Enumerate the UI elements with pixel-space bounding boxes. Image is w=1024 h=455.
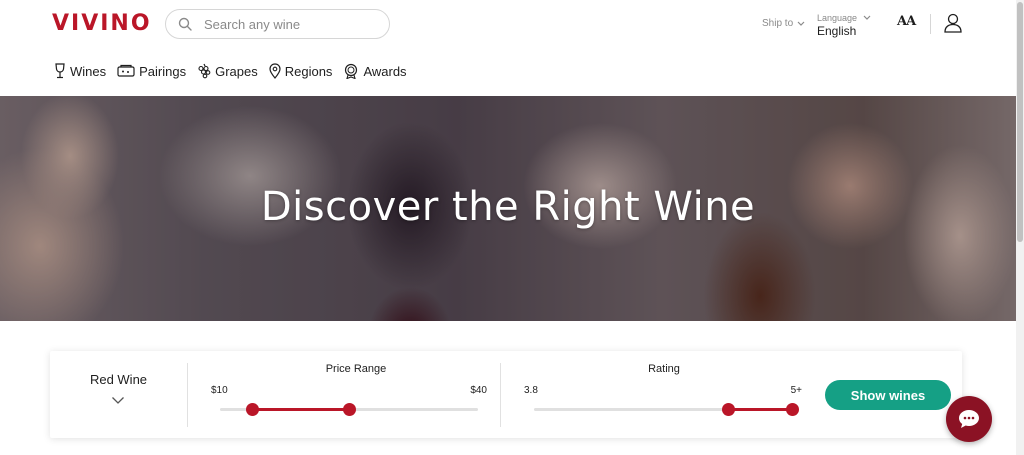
nav-item-regions[interactable]: Regions [269, 63, 333, 79]
page: VIVINO Ship to Language English AA [0, 0, 1024, 455]
wine-glass-icon [55, 63, 65, 79]
wine-type-label: Red Wine [89, 372, 148, 387]
hero-title: Discover the Right Wine [260, 184, 756, 230]
chevron-down-icon [797, 21, 805, 26]
nav-item-pairings[interactable]: Pairings [117, 63, 186, 79]
search-input[interactable] [204, 16, 374, 32]
language-selector[interactable]: Language English [817, 13, 871, 38]
header: VIVINO Ship to Language English AA [0, 0, 1024, 96]
nav-label: Grapes [215, 63, 258, 79]
wine-filter-bar: Red Wine Price Range $10 $40 Rating 3.8 … [50, 351, 962, 438]
rating-slider-track[interactable] [534, 403, 799, 416]
show-wines-button[interactable]: Show wines [825, 380, 951, 410]
search-box[interactable] [165, 9, 390, 39]
rating-filter: Rating 3.8 5+ [524, 351, 804, 438]
price-max-handle[interactable] [343, 403, 356, 416]
nav-item-wines[interactable]: Wines [54, 63, 106, 79]
price-slider-fill [252, 408, 349, 411]
price-slider-track[interactable] [220, 403, 478, 416]
ship-to-selector[interactable]: Ship to [762, 18, 805, 29]
price-min-handle[interactable] [246, 403, 260, 416]
rating-slider-fill [727, 408, 792, 411]
user-icon [944, 13, 962, 33]
chat-bubble-icon [959, 410, 979, 428]
price-range-title: Price Range [325, 363, 387, 375]
nav-label: Wines [70, 63, 107, 79]
user-account-button[interactable] [944, 13, 962, 38]
rating-min-handle[interactable] [721, 403, 735, 416]
rating-min-label: 3.8 [524, 385, 538, 396]
nav-label: Regions [284, 63, 333, 79]
vivino-logo[interactable]: VIVINO [52, 11, 152, 36]
nav-item-awards[interactable]: Awards [343, 63, 407, 79]
hero-banner: Discover the Right Wine [0, 96, 1016, 321]
header-divider [930, 14, 931, 34]
chevron-down-icon [112, 397, 124, 404]
filter-divider [500, 363, 501, 427]
ship-to-label: Ship to [762, 18, 794, 29]
scrollbar-thumb[interactable] [1017, 2, 1023, 242]
language-caption: Language [817, 13, 858, 23]
chat-button[interactable] [946, 396, 992, 442]
grapes-icon [198, 63, 211, 79]
text-size-button[interactable]: AA [897, 14, 916, 29]
price-range-filter: Price Range $10 $40 [211, 351, 501, 438]
rating-max-handle[interactable] [786, 403, 799, 416]
wine-type-dropdown[interactable]: Red Wine [50, 351, 187, 438]
price-min-label: $10 [211, 385, 228, 396]
rating-max-label: 5+ [790, 385, 802, 396]
language-value: English [817, 24, 857, 38]
nav-label: Awards [363, 63, 407, 79]
food-pairing-icon [117, 64, 135, 77]
rating-title: Rating [648, 363, 680, 375]
award-medal-icon [345, 63, 358, 79]
nav-label: Pairings [139, 63, 187, 79]
nav-item-grapes[interactable]: Grapes [197, 63, 258, 79]
price-max-label: $40 [470, 385, 487, 396]
main-nav: Wines Pairings Grapes Regions Awards [54, 63, 418, 79]
chevron-down-icon [863, 15, 871, 20]
location-pin-icon [269, 63, 281, 79]
filter-divider [187, 363, 188, 427]
search-icon [178, 17, 192, 31]
